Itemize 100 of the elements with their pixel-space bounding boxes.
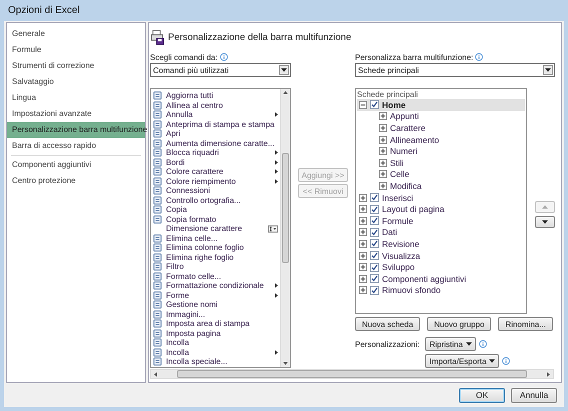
list-item[interactable]: Elimina colonne foglio: [151, 243, 280, 252]
list-item[interactable]: Bordi: [151, 158, 280, 167]
list-item[interactable]: Colore riempimento: [151, 176, 280, 186]
expand-icon[interactable]: [359, 216, 367, 225]
dialog-button[interactable]: OK: [459, 388, 505, 402]
list-item[interactable]: Anteprima di stampa e stampa: [151, 120, 280, 129]
tree-action-button[interactable]: Rinomina...: [498, 317, 553, 331]
tree-item[interactable]: Layout di pagina: [357, 203, 525, 215]
list-item[interactable]: Immagini...: [151, 310, 280, 319]
list-item[interactable]: Incolla speciale...: [151, 357, 280, 366]
list-item[interactable]: Dimensione carattere: [151, 224, 280, 234]
expand-icon[interactable]: [379, 147, 387, 156]
tree-item[interactable]: Home: [357, 99, 525, 111]
list-item[interactable]: Apri: [151, 129, 280, 138]
expand-icon[interactable]: [359, 194, 367, 202]
dropdown-button[interactable]: Importa/Esporta: [425, 354, 500, 368]
tree-action-button[interactable]: Nuovo gruppo: [427, 317, 492, 331]
expand-icon[interactable]: [359, 274, 367, 283]
expand-icon[interactable]: [379, 158, 387, 167]
list-item[interactable]: Elimina celle...: [151, 234, 280, 243]
scroll-down-icon[interactable]: [283, 362, 288, 365]
tree-item[interactable]: Modifica: [357, 180, 525, 192]
list-item[interactable]: Blocca riquadri: [151, 148, 280, 158]
commands-dropdown[interactable]: Comandi più utilizzati: [150, 63, 291, 77]
list-item[interactable]: Copia formato: [151, 214, 280, 224]
checkbox[interactable]: [370, 274, 379, 284]
list-item[interactable]: Copia: [151, 205, 280, 214]
list-item[interactable]: Imposta area di stampa: [151, 319, 280, 328]
checkbox[interactable]: [370, 239, 379, 248]
tree-item[interactable]: Allineamento: [357, 134, 525, 146]
sidebar-item[interactable]: Formule: [7, 42, 145, 58]
tree-item[interactable]: Visualizza: [357, 250, 525, 262]
scrollbar-thumb[interactable]: [282, 153, 289, 263]
checkbox[interactable]: [370, 204, 379, 214]
expand-icon[interactable]: [379, 112, 387, 120]
sidebar-item[interactable]: Strumenti di correzione: [7, 58, 145, 74]
list-item[interactable]: Gestione nomi: [151, 300, 280, 310]
sidebar-item[interactable]: Barra di accesso rapido: [7, 138, 145, 154]
tree-item[interactable]: Appunti: [357, 110, 525, 122]
sidebar-item[interactable]: Generale: [7, 26, 145, 42]
expand-icon[interactable]: [379, 182, 387, 190]
checkbox[interactable]: [370, 286, 379, 295]
scroll-right-icon[interactable]: [547, 372, 550, 376]
expand-icon[interactable]: [359, 286, 367, 294]
list-item[interactable]: Aumenta dimensione caratte...: [151, 138, 280, 148]
tree-item[interactable]: Sviluppo: [357, 261, 525, 273]
move-down-button[interactable]: [535, 216, 555, 228]
list-item[interactable]: Annulla: [151, 110, 280, 120]
tree-item[interactable]: Numeri: [357, 145, 525, 157]
tree-item[interactable]: Carattere: [357, 122, 525, 134]
tree-item[interactable]: Celle: [357, 168, 525, 180]
list-item[interactable]: Incolla: [151, 348, 280, 357]
checkbox[interactable]: [370, 228, 379, 237]
list-item[interactable]: Formato celle...: [151, 272, 280, 281]
list-item[interactable]: Forme: [151, 290, 280, 300]
tree-action-button[interactable]: Nuova scheda: [355, 317, 420, 331]
scrollbar-thumb[interactable]: [177, 370, 527, 378]
tree-item[interactable]: Formule: [357, 214, 525, 227]
list-item[interactable]: Filtro: [151, 262, 280, 272]
list-item[interactable]: Controllo ortografia...: [151, 196, 280, 205]
scrollbar[interactable]: [280, 89, 290, 367]
scroll-left-icon[interactable]: [154, 372, 157, 376]
list-item[interactable]: Colore carattere: [151, 167, 280, 176]
tree-item[interactable]: Stili: [357, 156, 525, 169]
expand-icon[interactable]: [379, 136, 387, 144]
tree-item[interactable]: Inserisci: [357, 192, 525, 204]
list-item[interactable]: Allinea al centro: [151, 100, 280, 110]
list-item[interactable]: Aggiorna tutti: [151, 91, 280, 100]
sidebar-item[interactable]: Lingua: [7, 90, 145, 106]
list-item[interactable]: Formattazione condizionale: [151, 281, 280, 290]
sidebar-item[interactable]: Salvataggio: [7, 74, 145, 90]
checkbox[interactable]: [370, 262, 379, 272]
list-item[interactable]: Imposta pagina: [151, 328, 280, 338]
checkbox[interactable]: [370, 100, 379, 110]
tree-item[interactable]: Dati: [357, 226, 525, 238]
collapse-icon[interactable]: [359, 100, 367, 109]
dialog-button[interactable]: Annulla: [511, 388, 557, 402]
expand-icon[interactable]: [359, 263, 367, 272]
tree-item[interactable]: Componenti aggiuntivi: [357, 272, 525, 284]
checkbox[interactable]: [370, 251, 379, 260]
list-item[interactable]: Elimina righe foglio: [151, 252, 280, 262]
dropdown-button[interactable]: Ripristina: [425, 337, 476, 351]
sidebar-item[interactable]: Componenti aggiuntivi: [7, 157, 145, 173]
expand-icon[interactable]: [379, 124, 387, 132]
sidebar-item[interactable]: Impostazioni avanzate: [7, 106, 145, 122]
expand-icon[interactable]: [359, 228, 367, 236]
ribbon-dropdown[interactable]: Schede principali: [355, 63, 555, 77]
checkbox[interactable]: [370, 216, 379, 226]
checkbox[interactable]: [370, 193, 379, 202]
expand-icon[interactable]: [379, 170, 387, 178]
expand-icon[interactable]: [359, 240, 367, 248]
expand-icon[interactable]: [359, 252, 367, 260]
list-item[interactable]: Connessioni: [151, 186, 280, 196]
sidebar-item[interactable]: Centro protezione: [7, 173, 145, 189]
scrollbar[interactable]: [150, 369, 554, 379]
scroll-up-icon[interactable]: [283, 91, 288, 94]
list-item[interactable]: Incolla: [151, 338, 280, 348]
tree-item[interactable]: Rimuovi sfondo: [357, 284, 525, 296]
expand-icon[interactable]: [359, 205, 367, 214]
tree-item[interactable]: Revisione: [357, 238, 525, 250]
